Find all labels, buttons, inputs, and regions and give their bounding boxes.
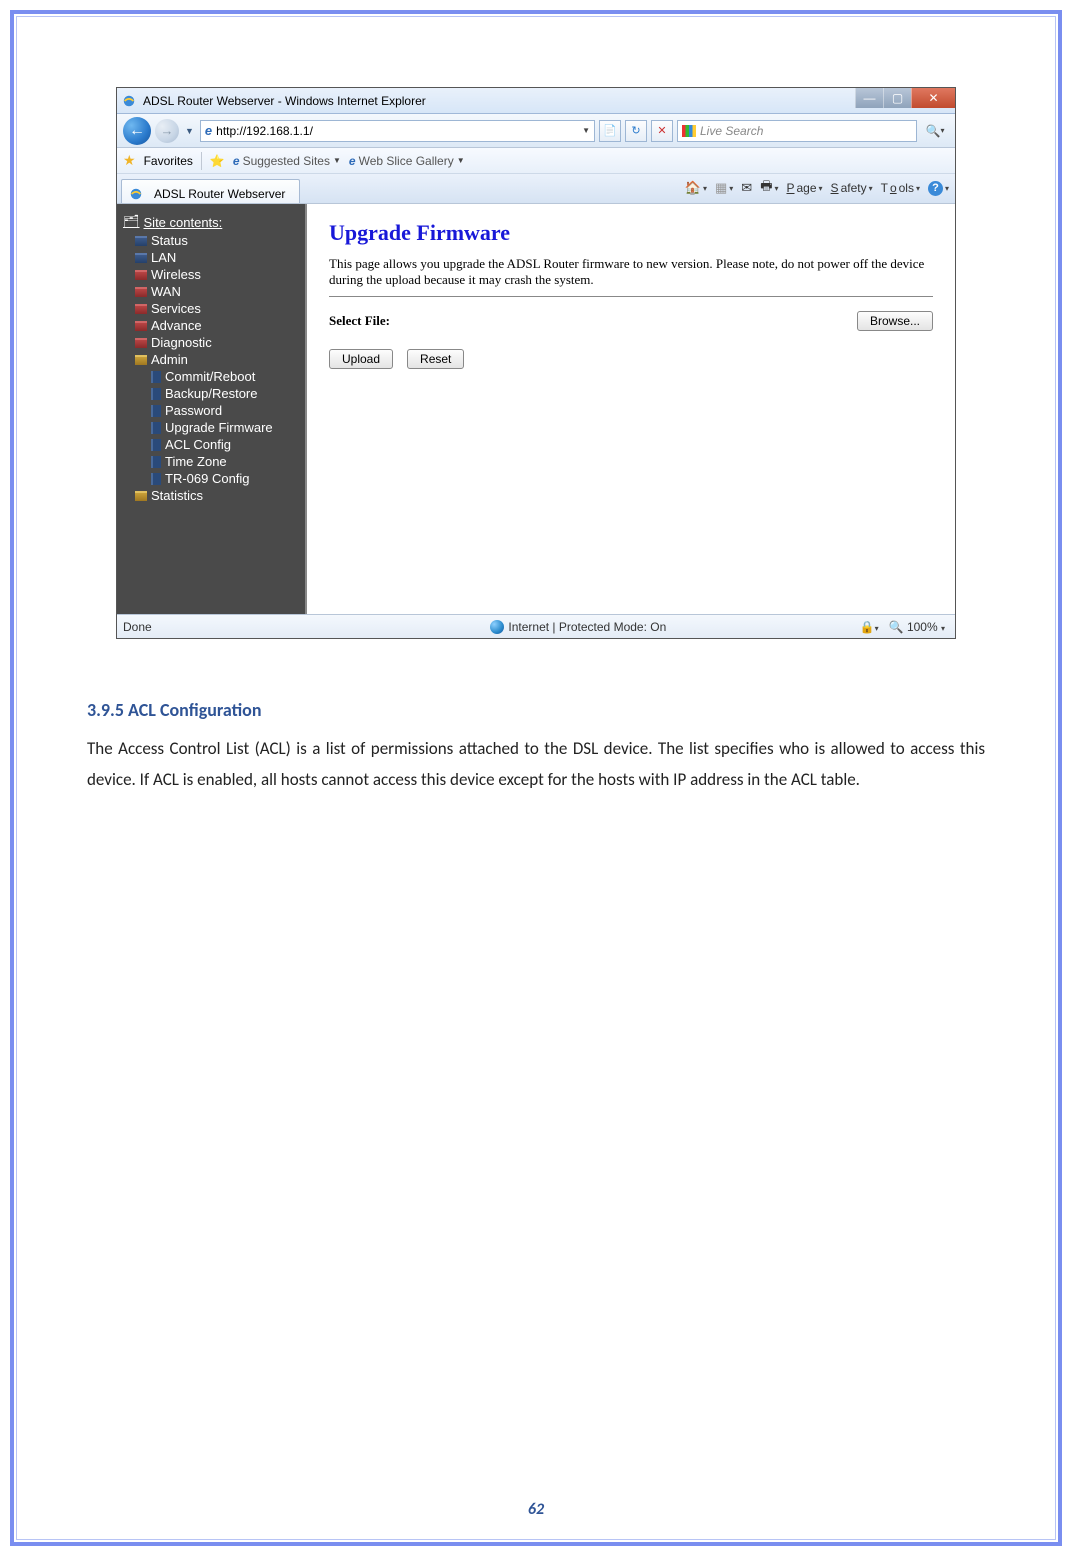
maximize-button[interactable]: ▢	[883, 88, 911, 108]
favorites-bar: ★ Favorites ⭐ e Suggested Sites ▼ e Web …	[117, 148, 955, 174]
sidebar-sub-tr069[interactable]: TR-069 Config	[117, 470, 305, 487]
page-menu[interactable]: PPageage ▾	[786, 181, 822, 195]
web-slice-label: Web Slice Gallery	[359, 154, 454, 168]
sidebar-item-lan[interactable]: LAN	[117, 249, 305, 266]
print-button[interactable]: 🖶▾	[760, 177, 778, 199]
sidebar-item-statistics[interactable]: Statistics	[117, 487, 305, 504]
search-button[interactable]: 🔍▾	[921, 120, 949, 142]
divider	[329, 296, 933, 297]
web-slice-gallery-link[interactable]: e Web Slice Gallery ▼	[349, 154, 465, 168]
sidebar-item-wan[interactable]: WAN	[117, 283, 305, 300]
browse-button[interactable]: Browse...	[857, 311, 933, 331]
sidebar-heading: 🗂Site contents:	[117, 212, 305, 232]
status-text: Done	[117, 620, 297, 634]
home-button[interactable]: 🏠▾	[685, 180, 707, 196]
page-number: 62	[17, 1500, 1055, 1519]
tab-title: ADSL Router Webserver	[154, 187, 285, 201]
tools-menu[interactable]: Tools ▾	[881, 181, 920, 195]
page-icon: e	[205, 123, 212, 138]
favorites-star-icon[interactable]: ★	[123, 152, 136, 169]
url-dropdown-icon[interactable]: ▼	[582, 126, 590, 135]
protected-mode-label: Internet | Protected Mode: On	[508, 620, 666, 634]
document-section: 3.9.5 ACL Configuration The Access Contr…	[57, 699, 1015, 796]
nav-history-dropdown[interactable]: ▼	[183, 126, 196, 136]
search-provider-icon	[682, 125, 696, 137]
refresh-button[interactable]: ↻	[625, 120, 647, 142]
read-mail-button[interactable]: ✉	[741, 180, 752, 196]
page-content: 🗂Site contents: Status LAN Wireless WAN …	[117, 204, 955, 614]
sidebar-sub-backup-restore[interactable]: Backup/Restore	[117, 385, 305, 402]
window-title: ADSL Router Webserver - Windows Internet…	[143, 94, 426, 108]
window-controls: — ▢ ✕	[855, 88, 955, 108]
minimize-button[interactable]: —	[855, 88, 883, 108]
main-panel: Upgrade Firmware This page allows you up…	[307, 204, 955, 614]
browser-window: ADSL Router Webserver - Windows Internet…	[116, 87, 956, 639]
safety-menu[interactable]: Safety ▾	[831, 181, 873, 195]
sidebar-sub-password[interactable]: Password	[117, 402, 305, 419]
feeds-button[interactable]: ▦▾	[715, 180, 733, 196]
sidebar-item-advance[interactable]: Advance	[117, 317, 305, 334]
section-paragraph: The Access Control List (ACL) is a list …	[87, 733, 985, 796]
ie-logo-icon	[121, 93, 137, 109]
forward-button[interactable]: →	[155, 119, 179, 143]
search-placeholder: Live Search	[700, 124, 763, 138]
sidebar-nav: 🗂Site contents: Status LAN Wireless WAN …	[117, 204, 307, 614]
upload-button[interactable]: Upload	[329, 349, 393, 369]
tab-bar: ADSL Router Webserver 🏠▾ ▦▾ ✉ 🖶▾ PPageag…	[117, 174, 955, 204]
sidebar-item-diagnostic[interactable]: Diagnostic	[117, 334, 305, 351]
url-input[interactable]	[216, 124, 578, 138]
back-button[interactable]: ←	[123, 117, 151, 145]
stop-button[interactable]: ✕	[651, 120, 673, 142]
sidebar-sub-acl-config[interactable]: ACL Config	[117, 436, 305, 453]
status-bar: Done Internet | Protected Mode: On 🔒▾ 🔍 …	[117, 614, 955, 638]
suggested-sites-link[interactable]: e Suggested Sites ▼	[233, 154, 341, 168]
zoom-control[interactable]: 🔍 100% ▾	[889, 620, 945, 634]
address-bar: ← → ▼ e ▼ 📄 ↻ ✕ Live Search 🔍▾	[117, 114, 955, 148]
sidebar-item-services[interactable]: Services	[117, 300, 305, 317]
select-file-label: Select File:	[329, 313, 419, 329]
favorites-label[interactable]: Favorites	[144, 154, 193, 168]
reset-button[interactable]: Reset	[407, 349, 464, 369]
tab-favicon-icon	[128, 186, 144, 202]
search-field[interactable]: Live Search	[677, 120, 917, 142]
command-bar: 🏠▾ ▦▾ ✉ 🖶▾ PPageage ▾ Safety ▾ Tools ▾ ?…	[685, 177, 949, 199]
compat-view-button[interactable]: 📄	[599, 120, 621, 142]
sidebar-item-admin[interactable]: Admin	[117, 351, 305, 368]
add-favorite-icon[interactable]: ⭐	[210, 154, 225, 168]
security-report-icon[interactable]: 🔒▾	[860, 620, 879, 634]
suggested-sites-label: Suggested Sites	[243, 154, 330, 168]
sidebar-item-status[interactable]: Status	[117, 232, 305, 249]
sidebar-sub-time-zone[interactable]: Time Zone	[117, 453, 305, 470]
tab-active[interactable]: ADSL Router Webserver	[121, 179, 300, 203]
sidebar-item-wireless[interactable]: Wireless	[117, 266, 305, 283]
sidebar-sub-commit-reboot[interactable]: Commit/Reboot	[117, 368, 305, 385]
close-button[interactable]: ✕	[911, 88, 955, 108]
divider	[201, 152, 202, 170]
url-field[interactable]: e ▼	[200, 120, 595, 142]
page-description: This page allows you upgrade the ADSL Ro…	[329, 256, 933, 288]
sidebar-sub-upgrade-firmware[interactable]: Upgrade Firmware	[117, 419, 305, 436]
internet-zone-icon	[490, 620, 504, 634]
section-heading: 3.9.5 ACL Configuration	[87, 699, 985, 721]
help-button[interactable]: ?▾	[928, 181, 949, 196]
page-title: Upgrade Firmware	[329, 220, 933, 246]
window-titlebar: ADSL Router Webserver - Windows Internet…	[117, 88, 955, 114]
